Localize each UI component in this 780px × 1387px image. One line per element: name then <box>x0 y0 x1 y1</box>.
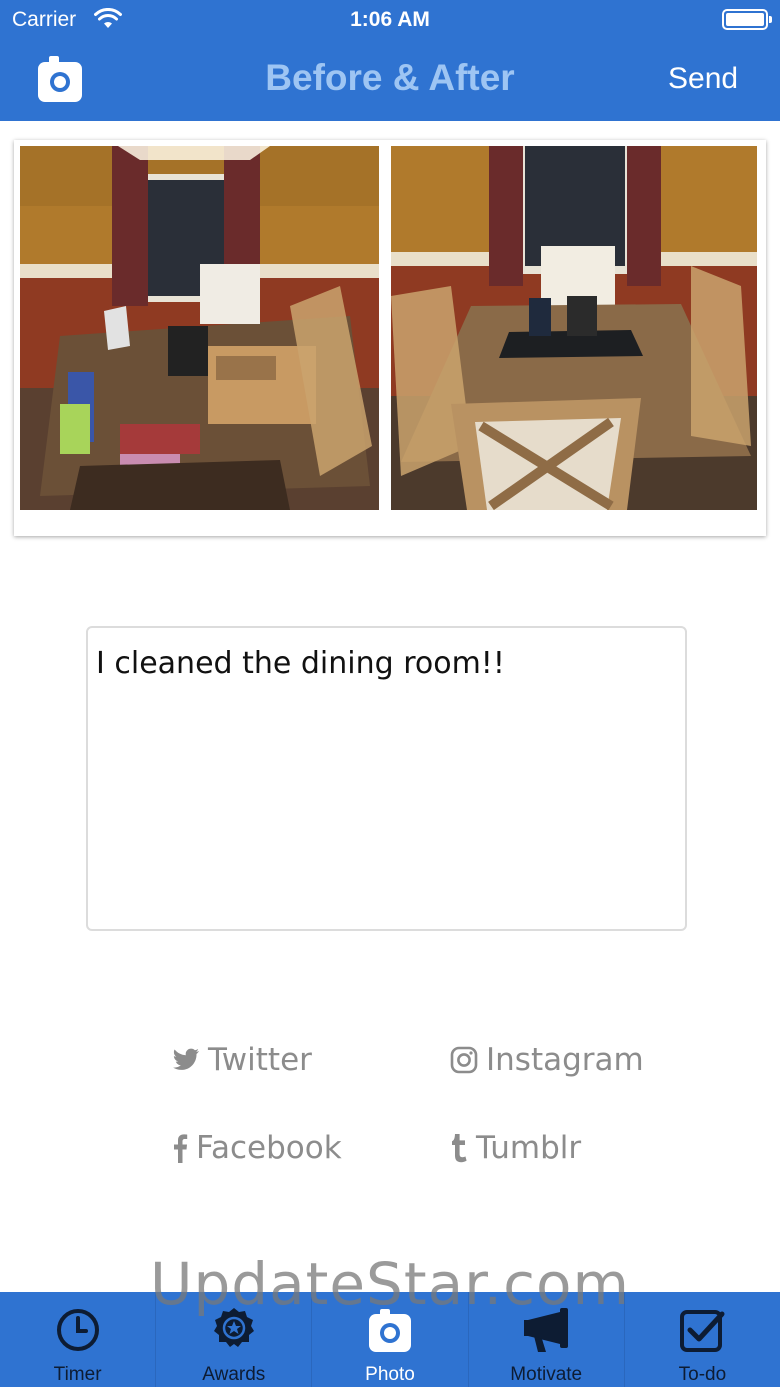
share-facebook-button[interactable]: Facebook <box>172 1130 342 1166</box>
facebook-icon <box>174 1134 188 1163</box>
tab-timer-label: Timer <box>53 1364 102 1385</box>
share-instagram-button[interactable]: Instagram <box>450 1042 644 1078</box>
share-facebook-label: Facebook <box>196 1130 342 1166</box>
tab-awards-label: Awards <box>202 1364 266 1385</box>
share-twitter-button[interactable]: Twitter <box>172 1042 312 1078</box>
page-title: Before & After <box>265 57 515 98</box>
share-tumblr-button[interactable]: Tumblr <box>450 1130 581 1166</box>
navigation-bar: Carrier 1:06 AM Before & After Send <box>0 0 780 121</box>
status-time: 1:06 AM <box>350 8 430 31</box>
tab-todo-label: To-do <box>678 1364 727 1385</box>
tab-motivate-label: Motivate <box>510 1364 583 1385</box>
send-button[interactable]: Send <box>668 62 738 96</box>
share-instagram-label: Instagram <box>486 1042 644 1078</box>
before-after-photo-card <box>14 140 766 536</box>
instagram-icon <box>450 1046 478 1074</box>
share-tumblr-label: Tumblr <box>476 1130 582 1166</box>
before-photo-image <box>20 146 379 510</box>
share-twitter-label: Twitter <box>208 1042 312 1078</box>
status-bar: Carrier 1:06 AM <box>0 0 780 40</box>
before-photo[interactable] <box>20 146 379 510</box>
watermark: UpdateStar.com <box>150 1250 630 1318</box>
battery-icon <box>722 9 772 30</box>
tab-photo-label: Photo <box>365 1364 415 1385</box>
tumblr-icon <box>452 1134 467 1163</box>
twitter-icon <box>173 1048 199 1070</box>
message-textarea[interactable]: I cleaned the dining room!! <box>86 626 687 931</box>
after-photo[interactable] <box>391 146 757 510</box>
after-photo-image <box>391 146 757 510</box>
